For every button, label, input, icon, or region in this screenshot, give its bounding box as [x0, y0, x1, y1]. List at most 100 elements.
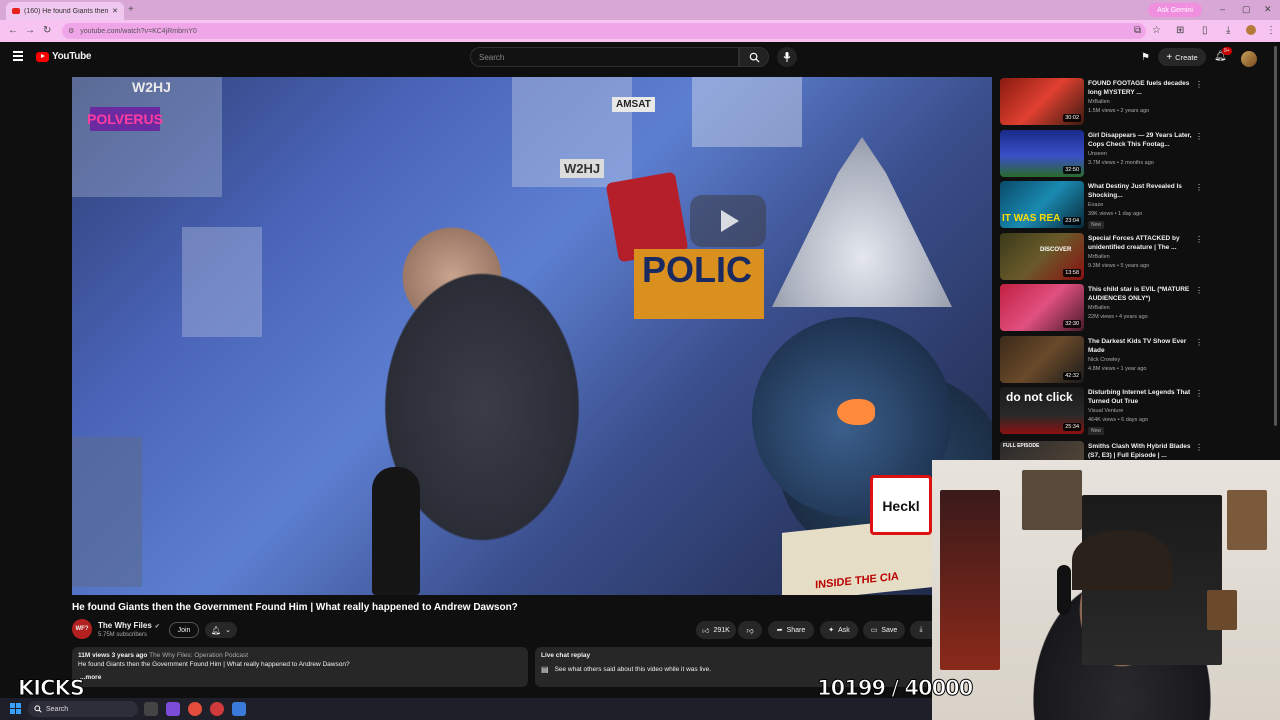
video-thumbnail[interactable]: 32:30 — [1000, 284, 1084, 331]
ask-gemini-button[interactable]: Ask Gemini — [1148, 3, 1202, 17]
recommended-video[interactable]: do not click 25:34 Disturbing Internet L… — [1000, 387, 1270, 435]
recommended-video[interactable]: 32:50 Girl Disappears — 29 Years Later, … — [1000, 130, 1270, 178]
install-icon[interactable]: ⧉ — [1134, 25, 1141, 36]
join-button[interactable]: Join — [169, 622, 199, 638]
video-player[interactable]: W2HJ POLVERUS AMSAT W2HJ POLIC INSIDE TH… — [72, 77, 992, 595]
save-button[interactable]: ▭ Save — [863, 621, 905, 639]
back-icon[interactable]: ← — [8, 25, 18, 36]
chrome-icon[interactable] — [188, 702, 202, 716]
channel-name-row[interactable]: The Why Files ✔ — [98, 621, 160, 630]
channel-name[interactable]: Nick Crowley — [1088, 357, 1120, 363]
share-icon: ➦ — [776, 627, 783, 634]
new-tab-button[interactable]: + — [128, 4, 134, 15]
channel-name[interactable]: MrBallen — [1088, 99, 1110, 105]
video-thumbnail[interactable]: 32:50 — [1000, 130, 1084, 177]
tab-close-icon[interactable]: ✕ — [112, 7, 118, 15]
taskbar-search[interactable]: Search — [28, 701, 138, 717]
search-input[interactable]: Search — [470, 47, 739, 67]
windows-start-icon[interactable] — [10, 703, 21, 714]
download-button[interactable]: ⤓ — [910, 621, 932, 639]
more-options-icon[interactable]: ⋮ — [1195, 389, 1203, 398]
recommended-video[interactable]: 32:30 This child star is EVIL (*MATURE A… — [1000, 284, 1270, 332]
youtube-logo[interactable]: YouTube — [36, 51, 92, 62]
channel-name[interactable]: MrBallen — [1088, 254, 1110, 260]
wall-poster — [1227, 490, 1267, 550]
description-box[interactable]: 11M views 3 years ago The Why Files: Ope… — [72, 647, 528, 687]
more-options-icon[interactable]: ⋮ — [1195, 183, 1203, 192]
channel-name[interactable]: Unseen — [1088, 151, 1107, 157]
browser-tab[interactable]: (160) He found Giants then ✕ — [6, 2, 124, 20]
more-options-icon[interactable]: ⋮ — [1195, 235, 1203, 244]
more-options-icon[interactable]: ⋮ — [1195, 286, 1203, 295]
profile-avatar[interactable] — [1246, 25, 1256, 35]
recommended-video[interactable]: IT WAS REA 23:04 What Destiny Just Revea… — [1000, 181, 1270, 229]
new-badge: New — [1088, 427, 1105, 435]
download-icon[interactable]: ⤓ — [1226, 25, 1230, 36]
video-title[interactable]: Disturbing Internet Legends That Turned … — [1088, 388, 1192, 407]
video-thumbnail[interactable]: FULL EPISODE — [1000, 441, 1084, 460]
hamburger-menu-icon[interactable] — [13, 51, 23, 61]
description-meta: 11M views 3 years ago The Why Files: Ope… — [78, 652, 522, 659]
recommended-video[interactable]: FULL EPISODE Smiths Clash With Hybrid Bl… — [1000, 441, 1270, 460]
video-thumbnail[interactable]: 42:32 — [1000, 336, 1084, 383]
task-view-icon[interactable] — [144, 702, 158, 716]
sidepanel-icon[interactable]: ▯ — [1202, 25, 1208, 36]
recommendations-sidebar: 30:02 FOUND FOOTAGE fuels decades long M… — [1000, 78, 1270, 460]
maximize-button[interactable]: ▢ — [1242, 4, 1251, 15]
forward-icon[interactable]: → — [25, 25, 35, 36]
url-field[interactable]: ⚙ youtube.com/watch?v=KC4jRmbrnY0 — [62, 23, 1146, 39]
minimize-button[interactable]: – — [1220, 4, 1225, 14]
channel-avatar[interactable]: WF? — [72, 619, 92, 639]
podcast-tag[interactable]: The Why Files: Operation Podcast — [149, 652, 248, 659]
video-title[interactable]: Girl Disappears — 29 Years Later, Cops C… — [1088, 131, 1192, 150]
wall-poster — [692, 77, 802, 147]
stream-overlay-label: KICKS — [18, 676, 86, 701]
video-title[interactable]: Special Forces ATTACKED by unidentified … — [1088, 234, 1192, 253]
dislike-button[interactable]: 👎︎ — [738, 621, 762, 639]
video-title[interactable]: The Darkest Kids TV Show Ever Made — [1088, 337, 1192, 356]
browser-menu-icon[interactable]: ⋮ — [1266, 25, 1276, 36]
video-thumbnail[interactable]: 30:02 — [1000, 78, 1084, 125]
video-title[interactable]: What Destiny Just Revealed Is Shocking..… — [1088, 182, 1192, 201]
account-avatar[interactable] — [1241, 51, 1257, 67]
video-thumbnail[interactable]: DISCOVER 13:58 — [1000, 233, 1084, 280]
recommended-video[interactable]: 42:32 The Darkest Kids TV Show Ever Made… — [1000, 336, 1270, 384]
extensions-icon[interactable]: ⊞ — [1176, 25, 1184, 36]
recommended-video[interactable]: DISCOVER 13:58 Special Forces ATTACKED b… — [1000, 233, 1270, 281]
more-options-icon[interactable]: ⋮ — [1195, 132, 1203, 141]
video-title[interactable]: Smiths Clash With Hybrid Blades (S7, E3)… — [1088, 442, 1192, 460]
play-button-overlay[interactable] — [690, 195, 766, 247]
video-meta: 9.3M views • 5 years ago — [1088, 263, 1150, 269]
search-button[interactable] — [739, 47, 769, 67]
video-title[interactable]: This child star is EVIL (*MATURE AUDIENC… — [1088, 285, 1192, 304]
wall-poster — [1022, 470, 1082, 530]
app-icon[interactable] — [166, 702, 180, 716]
steam-icon[interactable] — [232, 702, 246, 716]
cast-icon[interactable]: ⚑ — [1141, 52, 1150, 63]
share-button[interactable]: ➦ Share — [768, 621, 814, 639]
video-title[interactable]: FOUND FOOTAGE fuels decades long MYSTERY… — [1088, 79, 1192, 98]
channel-name[interactable]: MrBallen — [1088, 305, 1110, 311]
more-options-icon[interactable]: ⋮ — [1195, 80, 1203, 89]
channel-name[interactable]: The Why Files — [98, 621, 152, 630]
duration-badge: 32:30 — [1063, 320, 1081, 328]
subscription-bell-button[interactable]: 🔔︎ ⌄ — [205, 622, 237, 638]
recommended-video[interactable]: 30:02 FOUND FOOTAGE fuels decades long M… — [1000, 78, 1270, 126]
bookmark-star-icon[interactable]: ☆ — [1152, 25, 1161, 36]
voice-search-button[interactable] — [777, 47, 797, 67]
app-icon[interactable] — [210, 702, 224, 716]
description-text: He found Giants then the Government Foun… — [78, 661, 350, 668]
like-button[interactable]: 👍︎ 291K — [696, 621, 736, 639]
video-thumbnail[interactable]: IT WAS REA 23:04 — [1000, 181, 1084, 228]
ask-button[interactable]: ✦ Ask — [820, 621, 858, 639]
channel-name[interactable]: Visual Venture — [1088, 408, 1123, 414]
video-thumbnail[interactable]: do not click 25:34 — [1000, 387, 1084, 434]
reload-icon[interactable]: ↻ — [43, 25, 51, 36]
more-options-icon[interactable]: ⋮ — [1195, 338, 1203, 347]
page-scrollbar[interactable] — [1274, 46, 1277, 426]
site-info-icon[interactable]: ⚙ — [68, 27, 74, 35]
channel-name[interactable]: Evaze — [1088, 202, 1103, 208]
more-options-icon[interactable]: ⋮ — [1195, 443, 1203, 452]
create-button[interactable]: + Create — [1158, 48, 1206, 66]
close-window-button[interactable]: ✕ — [1264, 4, 1272, 15]
